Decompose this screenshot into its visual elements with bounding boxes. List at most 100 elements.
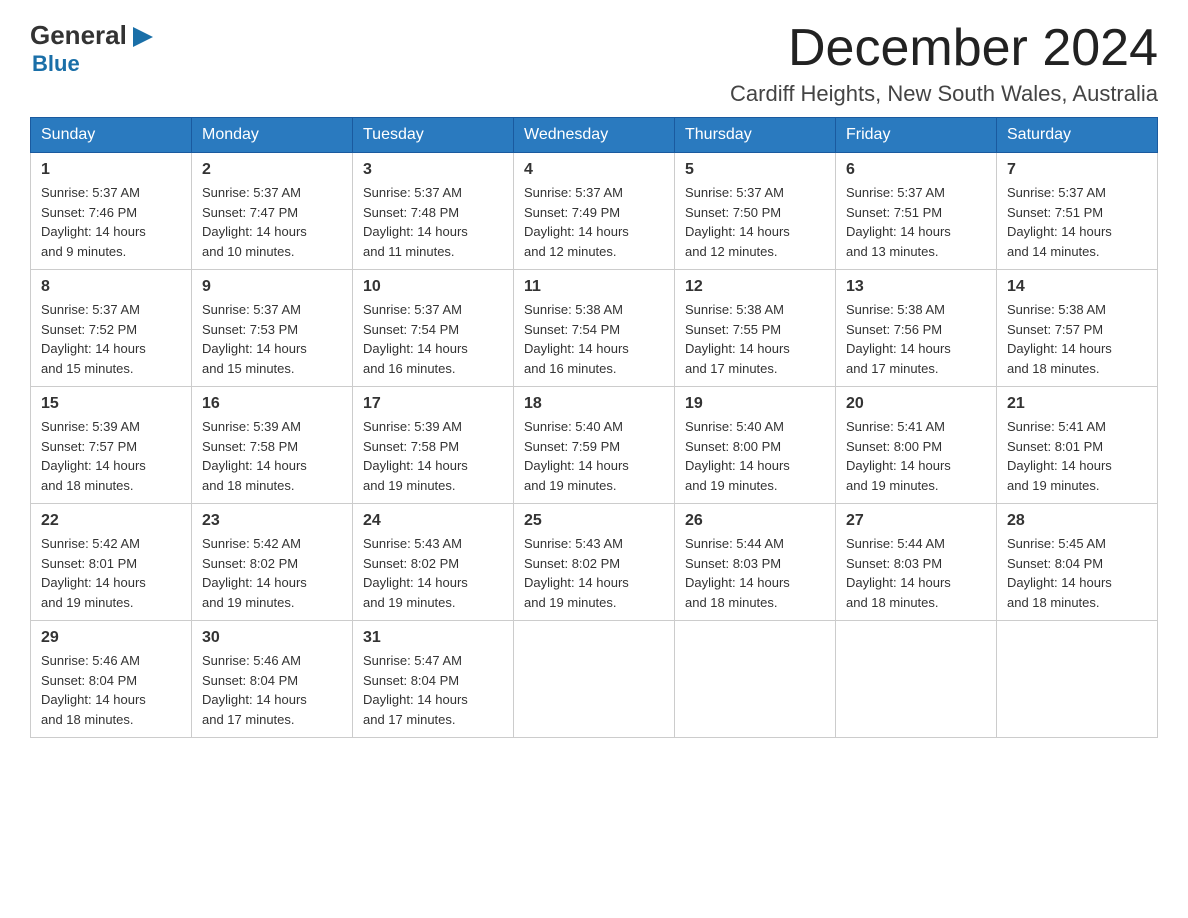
day-info: Sunrise: 5:37 AMSunset: 7:51 PMDaylight:… (846, 183, 986, 261)
day-number: 25 (524, 512, 664, 530)
day-number: 18 (524, 395, 664, 413)
day-info: Sunrise: 5:42 AMSunset: 8:02 PMDaylight:… (202, 534, 342, 612)
day-number: 2 (202, 161, 342, 179)
day-info: Sunrise: 5:41 AMSunset: 8:00 PMDaylight:… (846, 417, 986, 495)
calendar-cell: 18 Sunrise: 5:40 AMSunset: 7:59 PMDayligh… (514, 387, 675, 504)
calendar-week-3: 15Sunrise: 5:39 AMSunset: 7:57 PMDayligh… (31, 387, 1158, 504)
day-info: Sunrise: 5:40 AMSunset: 7:59 PMDaylight:… (524, 417, 664, 495)
day-info: Sunrise: 5:37 AMSunset: 7:50 PMDaylight:… (685, 183, 825, 261)
logo-group: General Blue (30, 20, 157, 77)
day-number: 14 (1007, 278, 1147, 296)
weekday-header-friday: Friday (836, 118, 997, 153)
calendar-cell: 28Sunrise: 5:45 AMSunset: 8:04 PMDayligh… (997, 504, 1158, 621)
day-info: Sunrise: 5:45 AMSunset: 8:04 PMDaylight:… (1007, 534, 1147, 612)
calendar-cell: 21Sunrise: 5:41 AMSunset: 8:01 PMDayligh… (997, 387, 1158, 504)
calendar-cell: 15Sunrise: 5:39 AMSunset: 7:57 PMDayligh… (31, 387, 192, 504)
day-number: 11 (524, 278, 664, 296)
calendar-cell: 20Sunrise: 5:41 AMSunset: 8:00 PMDayligh… (836, 387, 997, 504)
day-number: 3 (363, 161, 503, 179)
calendar-cell: 30 Sunrise: 5:46 AMSunset: 8:04 PMDayligh… (192, 621, 353, 738)
day-info: Sunrise: 5:46 AMSunset: 8:04 PMDaylight:… (41, 651, 181, 729)
calendar-cell: 25 Sunrise: 5:43 AMSunset: 8:02 PMDayligh… (514, 504, 675, 621)
calendar-cell: 6 Sunrise: 5:37 AMSunset: 7:51 PMDaylight… (836, 153, 997, 270)
day-info: Sunrise: 5:37 AMSunset: 7:52 PMDaylight:… (41, 300, 181, 378)
calendar-cell: 23 Sunrise: 5:42 AMSunset: 8:02 PMDayligh… (192, 504, 353, 621)
day-info: Sunrise: 5:37 AMSunset: 7:48 PMDaylight:… (363, 183, 503, 261)
day-info: Sunrise: 5:47 AMSunset: 8:04 PMDaylight:… (363, 651, 503, 729)
calendar-cell: 29 Sunrise: 5:46 AMSunset: 8:04 PMDayligh… (31, 621, 192, 738)
day-number: 26 (685, 512, 825, 530)
day-info: Sunrise: 5:40 AMSunset: 8:00 PMDaylight:… (685, 417, 825, 495)
day-number: 16 (202, 395, 342, 413)
day-info: Sunrise: 5:43 AMSunset: 8:02 PMDaylight:… (524, 534, 664, 612)
day-info: Sunrise: 5:37 AMSunset: 7:53 PMDaylight:… (202, 300, 342, 378)
logo-arrow-icon (129, 23, 157, 51)
calendar-cell: 14 Sunrise: 5:38 AMSunset: 7:57 PMDayligh… (997, 270, 1158, 387)
logo-blue-text: Blue (32, 51, 157, 77)
calendar-week-4: 22Sunrise: 5:42 AMSunset: 8:01 PMDayligh… (31, 504, 1158, 621)
day-info: Sunrise: 5:46 AMSunset: 8:04 PMDaylight:… (202, 651, 342, 729)
day-info: Sunrise: 5:38 AMSunset: 7:57 PMDaylight:… (1007, 300, 1147, 378)
weekday-header-tuesday: Tuesday (353, 118, 514, 153)
day-number: 21 (1007, 395, 1147, 413)
day-info: Sunrise: 5:37 AMSunset: 7:46 PMDaylight:… (41, 183, 181, 261)
day-info: Sunrise: 5:38 AMSunset: 7:54 PMDaylight:… (524, 300, 664, 378)
calendar-cell: 16 Sunrise: 5:39 AMSunset: 7:58 PMDayligh… (192, 387, 353, 504)
logo: General Blue (30, 20, 157, 77)
day-info: Sunrise: 5:37 AMSunset: 7:49 PMDaylight:… (524, 183, 664, 261)
calendar-cell: 12Sunrise: 5:38 AMSunset: 7:55 PMDayligh… (675, 270, 836, 387)
calendar-cell: 19 Sunrise: 5:40 AMSunset: 8:00 PMDayligh… (675, 387, 836, 504)
day-number: 8 (41, 278, 181, 296)
calendar-cell: 31 Sunrise: 5:47 AMSunset: 8:04 PMDayligh… (353, 621, 514, 738)
calendar-cell: 2 Sunrise: 5:37 AMSunset: 7:47 PMDaylight… (192, 153, 353, 270)
calendar-cell (675, 621, 836, 738)
weekday-header-wednesday: Wednesday (514, 118, 675, 153)
page-header: General Blue December 2024 Cardiff Heigh… (30, 20, 1158, 107)
weekday-header-row: SundayMondayTuesdayWednesdayThursdayFrid… (31, 118, 1158, 153)
day-number: 1 (41, 161, 181, 179)
day-info: Sunrise: 5:39 AMSunset: 7:58 PMDaylight:… (363, 417, 503, 495)
day-number: 24 (363, 512, 503, 530)
calendar-cell (836, 621, 997, 738)
day-number: 31 (363, 629, 503, 647)
calendar-cell: 26Sunrise: 5:44 AMSunset: 8:03 PMDayligh… (675, 504, 836, 621)
day-info: Sunrise: 5:37 AMSunset: 7:54 PMDaylight:… (363, 300, 503, 378)
title-section: December 2024 Cardiff Heights, New South… (730, 20, 1158, 107)
calendar-cell: 27Sunrise: 5:44 AMSunset: 8:03 PMDayligh… (836, 504, 997, 621)
day-number: 6 (846, 161, 986, 179)
location-text: Cardiff Heights, New South Wales, Austra… (730, 81, 1158, 107)
day-number: 13 (846, 278, 986, 296)
calendar-cell: 3 Sunrise: 5:37 AMSunset: 7:48 PMDaylight… (353, 153, 514, 270)
day-info: Sunrise: 5:38 AMSunset: 7:56 PMDaylight:… (846, 300, 986, 378)
calendar-cell: 7Sunrise: 5:37 AMSunset: 7:51 PMDaylight… (997, 153, 1158, 270)
calendar-cell: 9 Sunrise: 5:37 AMSunset: 7:53 PMDaylight… (192, 270, 353, 387)
calendar-cell: 22Sunrise: 5:42 AMSunset: 8:01 PMDayligh… (31, 504, 192, 621)
day-info: Sunrise: 5:37 AMSunset: 7:47 PMDaylight:… (202, 183, 342, 261)
day-number: 30 (202, 629, 342, 647)
day-number: 9 (202, 278, 342, 296)
weekday-header-monday: Monday (192, 118, 353, 153)
day-number: 17 (363, 395, 503, 413)
calendar-week-5: 29 Sunrise: 5:46 AMSunset: 8:04 PMDayligh… (31, 621, 1158, 738)
calendar-cell: 4Sunrise: 5:37 AMSunset: 7:49 PMDaylight… (514, 153, 675, 270)
month-year-heading: December 2024 (730, 20, 1158, 77)
day-info: Sunrise: 5:39 AMSunset: 7:58 PMDaylight:… (202, 417, 342, 495)
calendar-cell: 17 Sunrise: 5:39 AMSunset: 7:58 PMDayligh… (353, 387, 514, 504)
day-number: 23 (202, 512, 342, 530)
day-info: Sunrise: 5:39 AMSunset: 7:57 PMDaylight:… (41, 417, 181, 495)
day-number: 12 (685, 278, 825, 296)
logo-line1: General (30, 20, 157, 51)
logo-general-text: General (30, 20, 127, 51)
calendar-cell: 10Sunrise: 5:37 AMSunset: 7:54 PMDayligh… (353, 270, 514, 387)
calendar-week-1: 1 Sunrise: 5:37 AMSunset: 7:46 PMDaylight… (31, 153, 1158, 270)
day-info: Sunrise: 5:37 AMSunset: 7:51 PMDaylight:… (1007, 183, 1147, 261)
weekday-header-thursday: Thursday (675, 118, 836, 153)
day-info: Sunrise: 5:44 AMSunset: 8:03 PMDaylight:… (846, 534, 986, 612)
day-number: 19 (685, 395, 825, 413)
calendar-cell: 5Sunrise: 5:37 AMSunset: 7:50 PMDaylight… (675, 153, 836, 270)
day-number: 29 (41, 629, 181, 647)
calendar-cell (997, 621, 1158, 738)
calendar-cell (514, 621, 675, 738)
day-info: Sunrise: 5:42 AMSunset: 8:01 PMDaylight:… (41, 534, 181, 612)
calendar-cell: 8 Sunrise: 5:37 AMSunset: 7:52 PMDaylight… (31, 270, 192, 387)
